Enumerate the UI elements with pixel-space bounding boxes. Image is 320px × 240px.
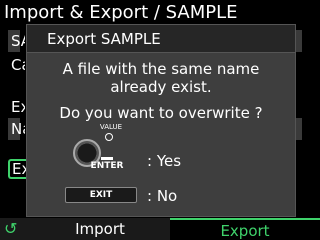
screen-title: Import & Export / SAMPLE [4,2,238,23]
dialog-message: already exist. [110,78,212,96]
exit-button[interactable]: EXIT [65,187,137,203]
tab-export[interactable]: Export [170,218,320,240]
refresh-icon[interactable]: ↺ [4,219,20,239]
bg-execute-label: Ex [12,160,26,178]
dialog-message: A file with the same name [62,60,260,78]
tab-import[interactable]: Import [30,219,170,239]
no-label: : No [147,187,178,205]
yes-label: : Yes [147,152,182,170]
bg-row-label: SA [11,32,25,50]
bg-row-label: Ca [11,56,25,74]
dialog-question: Do you want to overwrite ? [59,104,263,122]
bg-row-label: Na [11,120,25,138]
dialog-title: Export SAMPLE [27,25,295,53]
enter-label: ENTER [90,161,124,171]
value-indicator-icon [105,133,113,141]
overwrite-dialog: Export SAMPLE A file with the same name … [26,24,296,217]
bg-section-label: Ex [11,98,25,116]
value-label: VALUE [99,123,123,131]
